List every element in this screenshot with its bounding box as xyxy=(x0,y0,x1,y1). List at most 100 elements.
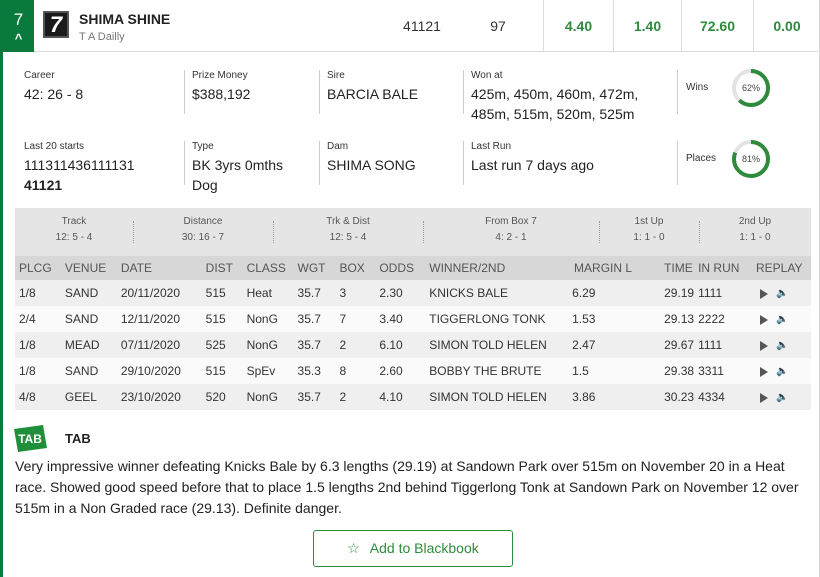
cell-class: Heat xyxy=(242,280,294,306)
tab-logo-icon: TAB xyxy=(14,425,47,452)
stat-value: 30: 16 - 7 xyxy=(181,232,225,243)
divider xyxy=(184,141,185,185)
odds-place[interactable]: 1.40 xyxy=(613,0,681,52)
cell-dist: 520 xyxy=(201,384,243,410)
cell-venue: GEEL xyxy=(60,384,117,410)
divider xyxy=(319,141,320,185)
last20-value: 111311436111131 xyxy=(24,157,135,173)
cell-date: 29/10/2020 xyxy=(116,358,202,384)
table-row: 1/8 SAND 20/11/2020 515 Heat 35.7 3 2.30… xyxy=(15,280,811,306)
col-time: TIME xyxy=(660,256,695,280)
cell-box: 7 xyxy=(335,306,376,332)
cell-time: 29.38 xyxy=(660,358,695,384)
table-row: 2/4 SAND 12/11/2020 515 NonG 35.7 7 3.40… xyxy=(15,306,811,332)
divider xyxy=(463,141,464,185)
cell-margin: 3.86 xyxy=(568,384,661,410)
add-to-blackbook-button[interactable]: ☆ Add to Blackbook xyxy=(313,530,513,567)
speaker-icon[interactable]: 🔈 xyxy=(776,392,788,403)
stat-first-up: 1st Up 1: 1 - 0 xyxy=(599,208,699,256)
stats-band: Track 12: 5 - 4 Distance 30: 16 - 7 Trk … xyxy=(15,208,811,256)
cell-date: 23/10/2020 xyxy=(116,384,202,410)
play-icon[interactable] xyxy=(759,288,768,299)
wins-ring: 62% xyxy=(731,68,771,108)
cell-margin: 2.47 xyxy=(568,332,661,358)
cell-time: 29.13 xyxy=(660,306,695,332)
last-form: 41121 xyxy=(403,18,441,34)
cell-wgt: 35.7 xyxy=(293,306,336,332)
col-inrun: IN RUN xyxy=(694,256,752,280)
sire-value: BARCIA BALE xyxy=(327,86,419,102)
sire-label: Sire xyxy=(327,70,345,81)
type-line1: BK 3yrs 0mths xyxy=(192,157,284,173)
col-dist: DIST xyxy=(201,256,243,280)
type-label: Type xyxy=(192,141,214,152)
stat-from-box: From Box 7 4: 2 - 1 xyxy=(423,208,599,256)
cell-replay: 🔈 xyxy=(751,332,811,358)
cell-odds: 2.60 xyxy=(375,358,426,384)
type-line2: Dog xyxy=(192,177,218,193)
col-odds: ODDS xyxy=(375,256,426,280)
stat-title: 2nd Up xyxy=(738,216,772,227)
race-comment: Very impressive winner defeating Knicks … xyxy=(15,458,799,516)
places-percent: 81% xyxy=(741,154,760,164)
table-row: 1/8 MEAD 07/11/2020 525 NonG 35.7 2 6.10… xyxy=(15,332,811,358)
dam-label: Dam xyxy=(327,141,349,152)
won-at-label: Won at xyxy=(471,70,503,81)
cell-date: 20/11/2020 xyxy=(116,280,202,306)
cell-plcg: 1/8 xyxy=(15,332,61,358)
divider xyxy=(677,70,678,114)
play-icon[interactable] xyxy=(759,392,768,403)
chevron-up-icon[interactable]: ^ xyxy=(3,31,34,46)
won-at-line2: 485m, 515m, 520m, 525m xyxy=(471,106,635,122)
places-label: Places xyxy=(686,153,717,164)
box-number-badge[interactable]: 7 ^ xyxy=(3,0,34,52)
stat-value: 4: 2 - 1 xyxy=(495,232,527,243)
cell-inrun: 4334 xyxy=(694,384,752,410)
col-venue: VENUE xyxy=(60,256,117,280)
speaker-icon[interactable]: 🔈 xyxy=(776,288,788,299)
dog-name: SHIMA SHINE xyxy=(79,11,171,27)
places-ring: 81% xyxy=(731,139,771,179)
career-label: Career xyxy=(24,70,55,81)
stat-title: Distance xyxy=(183,216,223,227)
star-icon: ☆ xyxy=(347,540,360,556)
stat-second-up: 2nd Up 1: 1 - 0 xyxy=(699,208,811,256)
cell-wgt: 35.7 xyxy=(293,332,336,358)
cell-class: NonG xyxy=(242,384,294,410)
cell-venue: MEAD xyxy=(60,332,117,358)
runner-header[interactable]: 7 ^ 7 SHIMA SHINE T A Dailly 41121 97 4.… xyxy=(3,0,820,52)
stat-title: Track xyxy=(61,216,87,227)
odds-fixed[interactable]: 72.60 xyxy=(681,0,753,52)
cell-winner: SIMON TOLD HELEN xyxy=(425,332,569,358)
speaker-icon[interactable]: 🔈 xyxy=(776,314,788,325)
cell-dist: 515 xyxy=(201,280,243,306)
prize-money-label: Prize Money xyxy=(192,70,248,81)
play-icon[interactable] xyxy=(759,314,768,325)
cell-replay: 🔈 xyxy=(751,306,811,332)
col-wgt: WGT xyxy=(293,256,336,280)
cell-winner: SIMON TOLD HELEN xyxy=(425,384,569,410)
stat-value: 12: 5 - 4 xyxy=(329,232,367,243)
play-icon[interactable] xyxy=(759,340,768,351)
cell-venue: SAND xyxy=(60,280,117,306)
cell-margin: 1.5 xyxy=(568,358,661,384)
blackbook-label: Add to Blackbook xyxy=(369,540,479,556)
stat-value: 12: 5 - 4 xyxy=(55,232,93,243)
cell-replay: 🔈 xyxy=(751,384,811,410)
prize-money-value: $388,192 xyxy=(192,86,251,102)
odds-other[interactable]: 0.00 xyxy=(753,0,820,52)
odds-win[interactable]: 4.40 xyxy=(543,0,613,52)
divider xyxy=(677,141,678,185)
speaker-icon[interactable]: 🔈 xyxy=(776,340,788,351)
cell-winner: BOBBY THE BRUTE xyxy=(425,358,569,384)
col-margin: MARGIN L xyxy=(568,256,661,280)
stat-distance: Distance 30: 16 - 7 xyxy=(133,208,273,256)
cell-odds: 4.10 xyxy=(375,384,426,410)
speaker-icon[interactable]: 🔈 xyxy=(776,366,788,377)
play-icon[interactable] xyxy=(759,366,768,377)
cell-wgt: 35.3 xyxy=(293,358,336,384)
cell-replay: 🔈 xyxy=(751,358,811,384)
cell-replay: 🔈 xyxy=(751,280,811,306)
cell-box: 2 xyxy=(335,332,376,358)
wins-percent: 62% xyxy=(741,83,760,93)
